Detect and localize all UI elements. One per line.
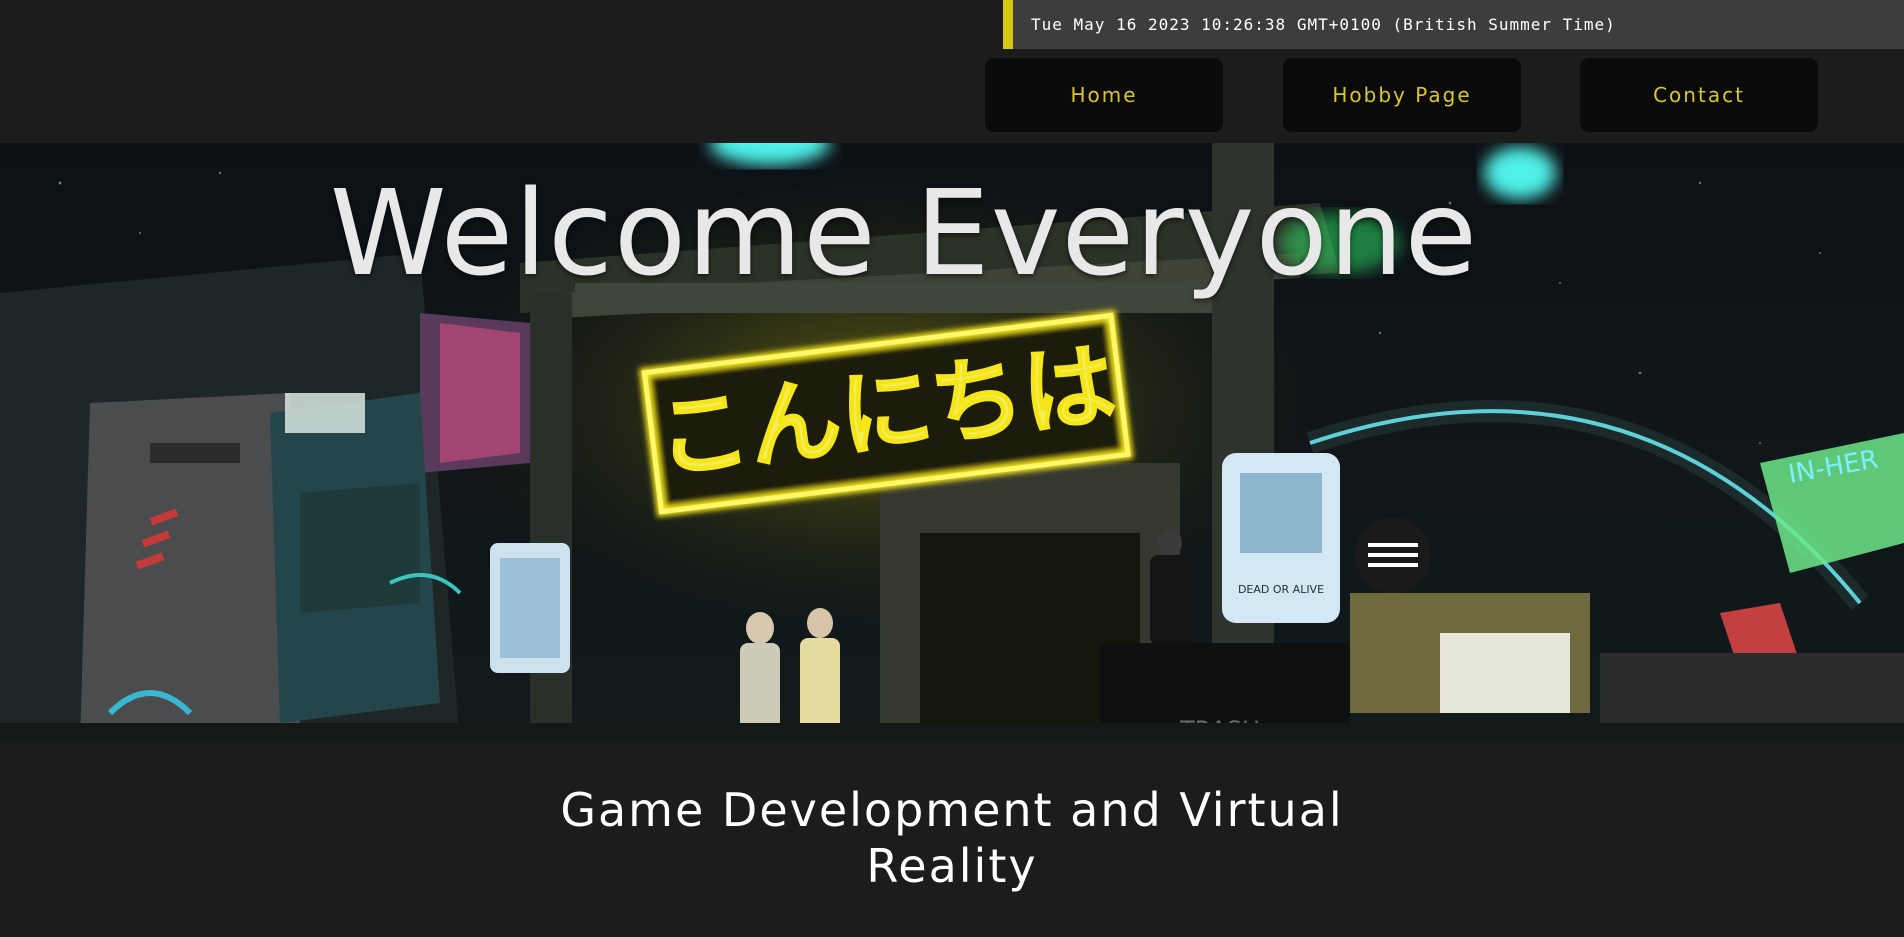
subtitle-line-2: Reality [866, 839, 1038, 893]
subtitle-line-1: Game Development and Virtual [560, 783, 1344, 837]
hero-banner: こんにちは DEAD OR ALIVE IN-HER TRASH [0, 143, 1904, 743]
nav-contact-button[interactable]: Contact [1580, 58, 1818, 132]
page-subtitle: Game Development and Virtual Reality [0, 782, 1904, 894]
nav-hobby-button[interactable]: Hobby Page [1283, 58, 1521, 132]
site-header: Tue May 16 2023 10:26:38 GMT+0100 (Briti… [0, 0, 1904, 143]
hero-title: Welcome Everyone [329, 164, 1479, 302]
nav-home-button[interactable]: Home [985, 58, 1223, 132]
poster-text: DEAD OR ALIVE [1238, 583, 1324, 596]
datetime-display: Tue May 16 2023 10:26:38 GMT+0100 (Briti… [1003, 0, 1904, 49]
main-nav: Home Hobby Page Contact [0, 58, 1904, 132]
